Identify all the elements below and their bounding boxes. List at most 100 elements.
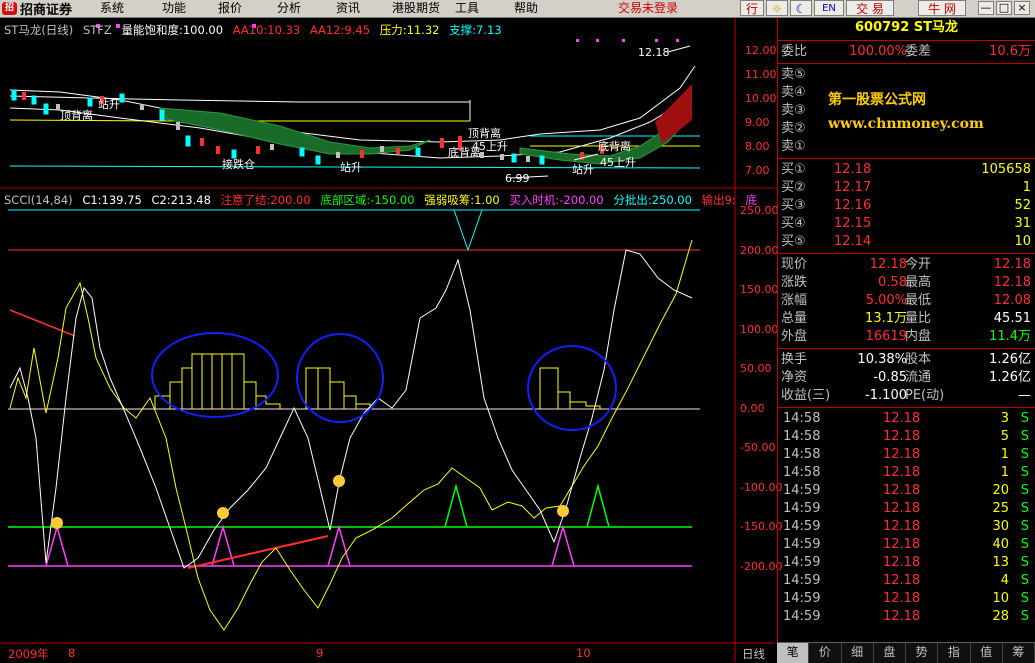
stat-value: 1.26亿 bbox=[989, 370, 1031, 385]
tick-volume: 3 bbox=[1000, 411, 1009, 426]
chart-code: STFZ bbox=[82, 23, 112, 37]
close-icon[interactable]: × bbox=[1014, 1, 1030, 15]
tick-side: S bbox=[1020, 609, 1029, 624]
left-divergence-label: 顶背离 bbox=[60, 109, 93, 122]
menu-item-help[interactable]: 帮助 bbox=[514, 0, 538, 17]
moon-icon[interactable]: ☾ bbox=[790, 0, 812, 16]
x-axis-month: 8 bbox=[68, 646, 76, 660]
tab-2[interactable]: 细 bbox=[842, 643, 874, 663]
tab-1[interactable]: 价 bbox=[809, 643, 842, 663]
tick-volume: 13 bbox=[992, 555, 1009, 570]
tick-volume: 4 bbox=[1000, 573, 1009, 588]
sell-label: 卖③ bbox=[781, 103, 806, 118]
tick-price: 12.18 bbox=[883, 591, 921, 606]
menu-item-quote[interactable]: 报价 bbox=[218, 0, 242, 17]
stat-row: 换手 10.38% 股本 1.26亿 bbox=[778, 351, 1035, 369]
scci-tick: 50.00 bbox=[740, 362, 772, 375]
tick-price: 12.18 bbox=[883, 519, 921, 534]
tick-price: 12.18 bbox=[883, 411, 921, 426]
buy-price: 12.14 bbox=[834, 234, 872, 249]
menu-item-analysis[interactable]: 分析 bbox=[277, 0, 301, 17]
x-axis-year: 2009年 bbox=[8, 647, 49, 661]
period-button[interactable]: 日线 bbox=[742, 646, 765, 662]
chart-area[interactable]: ST马龙(日线) STFZ 量能饱和度:100.00 AA10:10.33 AA… bbox=[0, 18, 782, 662]
stat-value: 12.08 bbox=[993, 293, 1031, 308]
tab-7[interactable]: 筹 bbox=[1003, 643, 1035, 663]
buy-volume: 31 bbox=[1014, 216, 1031, 231]
indicator-aa10: AA10:10.33 bbox=[232, 23, 301, 37]
sun-icon[interactable]: ☼ bbox=[766, 0, 788, 16]
scci-legend: SCCI(14,84) C1:139.75 C2:213.48 注意了结:200… bbox=[4, 193, 757, 207]
stat-label: 股本 bbox=[905, 352, 932, 367]
tick-side: S bbox=[1020, 591, 1029, 606]
menu-item-news[interactable]: 资讯 bbox=[336, 0, 360, 17]
tab-6[interactable]: 值 bbox=[971, 643, 1003, 663]
bull-net-button[interactable]: 牛 网 bbox=[918, 0, 966, 16]
tick-row: 14:59 12.18 20 S bbox=[778, 482, 1035, 500]
buy-price: 12.17 bbox=[834, 180, 872, 195]
price-tick: 12.00 bbox=[745, 44, 777, 57]
low-price-label: 6.99 bbox=[505, 172, 530, 185]
weicha-value: 10.6万 bbox=[989, 44, 1031, 59]
app-logo: 招 招商证券 bbox=[2, 0, 72, 18]
scci-batch-out: 分批出:250.00 bbox=[613, 193, 692, 207]
tick-time: 14:59 bbox=[783, 519, 821, 534]
trade-button[interactable]: 交 易 bbox=[846, 0, 894, 16]
tick-volume: 40 bbox=[992, 537, 1009, 552]
jump-label: 接跌仓 bbox=[222, 158, 255, 171]
bottom-divergence-label-2: 底背离 bbox=[598, 140, 631, 153]
stat-value: — bbox=[1018, 388, 1031, 403]
tick-side: S bbox=[1020, 537, 1029, 552]
stand-label-3: 站升 bbox=[98, 98, 120, 111]
market-button[interactable]: 行 bbox=[740, 0, 764, 16]
tab-5[interactable]: 指 bbox=[938, 643, 971, 663]
stat-value: 13.1万 bbox=[865, 311, 907, 326]
chart-title: ST马龙(日线) bbox=[4, 23, 74, 37]
price-tick: 10.00 bbox=[745, 92, 777, 105]
stat-row: 净资 -0.85 流通 1.26亿 bbox=[778, 369, 1035, 387]
buy-row: 买④ 12.15 31 bbox=[778, 215, 1035, 233]
language-icon[interactable]: EN bbox=[814, 0, 844, 16]
buy-row: 买② 12.17 1 bbox=[778, 179, 1035, 197]
sell-label: 卖⑤ bbox=[781, 67, 806, 82]
tick-row: 14:59 12.18 4 S bbox=[778, 572, 1035, 590]
stat-row: 总量 13.1万 量比 45.51 bbox=[778, 310, 1035, 328]
menu-item-tools[interactable]: 工具 bbox=[455, 0, 479, 17]
maximize-icon[interactable]: □ bbox=[996, 1, 1012, 15]
stand-label: 站升 bbox=[340, 161, 362, 174]
buy-book: 买① 12.18 105658 买② 12.17 1 买③ 12.16 52 买④ 12.15 31 买… bbox=[778, 161, 1035, 251]
scci-tick: 200.00 bbox=[740, 244, 779, 257]
price-tick: 9.00 bbox=[745, 116, 770, 129]
scci-tick: 0.00 bbox=[740, 402, 765, 415]
sell-label: 卖① bbox=[781, 139, 806, 154]
buy-volume: 1 bbox=[1022, 180, 1031, 195]
tick-row: 14:58 12.18 1 S bbox=[778, 446, 1035, 464]
menu-item-hk-futures[interactable]: 港股期货 bbox=[392, 0, 440, 17]
x-axis-month: 10 bbox=[576, 646, 591, 660]
tick-row: 14:59 12.18 13 S bbox=[778, 554, 1035, 572]
tick-time: 14:58 bbox=[783, 465, 821, 480]
scci-name: SCCI(14,84) bbox=[4, 193, 73, 207]
tick-list[interactable]: 14:58 12.18 3 S 14:58 12.18 5 S 14:58 12.18 1 S 14:5… bbox=[778, 410, 1035, 626]
tab-3[interactable]: 盘 bbox=[874, 643, 906, 663]
minimize-icon[interactable]: — bbox=[978, 1, 994, 15]
stat-value: 12.18 bbox=[869, 257, 907, 272]
rise45-label-2: 45上升 bbox=[600, 156, 636, 169]
tab-0[interactable]: 笔 bbox=[777, 643, 810, 663]
watermark-en: www.chnmoney.com bbox=[828, 116, 984, 132]
chart-canvas bbox=[0, 18, 775, 662]
tab-4[interactable]: 势 bbox=[906, 643, 939, 663]
scci-chart bbox=[8, 209, 700, 631]
stat-label: 内盘 bbox=[905, 329, 932, 344]
tick-volume: 25 bbox=[992, 501, 1009, 516]
tick-time: 14:59 bbox=[783, 591, 821, 606]
weibi-value: 100.00% bbox=[849, 44, 907, 59]
tick-volume: 28 bbox=[992, 609, 1009, 624]
scci-bottom-zone: 底部区域:-150.00 bbox=[320, 193, 415, 207]
menu-item-function[interactable]: 功能 bbox=[162, 0, 186, 17]
tick-volume: 10 bbox=[992, 591, 1009, 606]
stat-row: 涨跌 0.58 最高 12.18 bbox=[778, 274, 1035, 292]
stat-label: 总量 bbox=[781, 311, 808, 326]
menu-item-system[interactable]: 系统 bbox=[100, 0, 124, 17]
stat-label: 换手 bbox=[781, 352, 808, 367]
